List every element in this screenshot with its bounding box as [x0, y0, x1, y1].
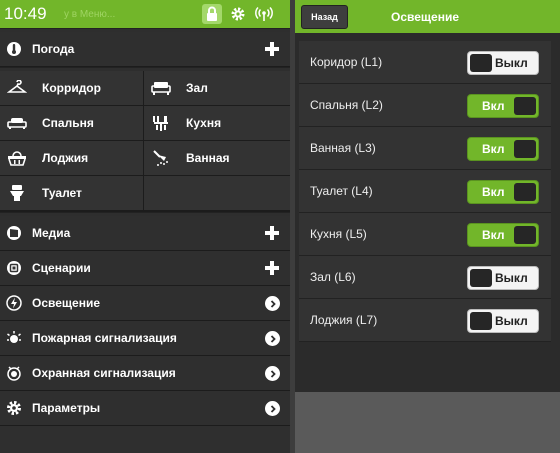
menu-item-label: Освещение — [32, 296, 100, 310]
room-label: Ванная — [186, 151, 230, 165]
toggle-label: Вкл — [482, 185, 505, 199]
menu-item-security-alarm[interactable]: Охранная сигнализация — [0, 356, 290, 391]
hanger-icon — [7, 79, 27, 97]
media-icon — [5, 224, 23, 242]
menu-item-label: Параметры — [32, 401, 101, 415]
light-name: Зал (L6) — [310, 270, 356, 284]
menu-item-label: Медиа — [32, 226, 71, 240]
toggle-label: Вкл — [482, 228, 505, 242]
light-toggle[interactable]: Вкл — [467, 94, 539, 118]
weather-icon — [5, 40, 23, 58]
bed-icon — [7, 114, 27, 132]
light-row: Спальня (L2) Вкл — [299, 84, 551, 127]
toggle-label: Выкл — [495, 271, 528, 285]
menu-item-fire-alarm[interactable]: Пожарная сигнализация — [0, 321, 290, 356]
scenarios-icon — [5, 259, 23, 277]
light-row: Зал (L6) Выкл — [299, 256, 551, 299]
toilet-icon — [7, 184, 27, 202]
room-item-empty — [144, 176, 290, 211]
light-name: Спальня (L2) — [310, 98, 383, 112]
room-item-bedroom[interactable]: Спальня — [0, 106, 144, 141]
shower-icon — [151, 149, 171, 167]
gear-icon[interactable] — [228, 4, 248, 24]
toggle-knob — [470, 269, 492, 287]
rooms-grid: Корридор Зал Спальня Кухня Лоджия Ванная… — [0, 71, 290, 212]
room-item-corridor[interactable]: Корридор — [0, 71, 144, 106]
toggle-knob — [514, 140, 536, 158]
room-item-toilet[interactable]: Туалет — [0, 176, 144, 211]
light-row: Ванная (L3) Вкл — [299, 127, 551, 170]
chevron-right-icon[interactable] — [265, 366, 280, 381]
back-button[interactable]: Назад — [301, 5, 348, 29]
security-alarm-icon — [5, 364, 23, 382]
lock-icon[interactable] — [202, 4, 222, 24]
sofa-icon — [151, 79, 171, 97]
room-label: Кухня — [186, 116, 222, 130]
lighting-panel: Назад Освещение Коридор (L1) Выкл Спальн… — [295, 0, 560, 392]
plus-icon[interactable] — [264, 41, 280, 57]
settings-gear-icon — [5, 399, 23, 417]
menu-item-weather[interactable]: Погода — [0, 32, 290, 67]
navigation-panel: 10:49 у в Меню... Погода Корридор Зал Сп… — [0, 0, 290, 453]
menu-item-label: Погода — [32, 42, 75, 56]
room-label: Зал — [186, 81, 208, 95]
light-row: Коридор (L1) Выкл — [299, 41, 551, 84]
light-name: Коридор (L1) — [310, 55, 383, 69]
toggle-label: Выкл — [495, 314, 528, 328]
toggle-knob — [514, 97, 536, 115]
toggle-label: Вкл — [482, 142, 505, 156]
light-toggle[interactable]: Вкл — [467, 137, 539, 161]
lighting-header: Назад Освещение — [295, 0, 560, 33]
chevron-right-icon[interactable] — [265, 401, 280, 416]
menu-item-scenarios[interactable]: Сценарии — [0, 251, 290, 286]
clock: 10:49 — [4, 4, 47, 23]
basket-icon — [7, 149, 27, 167]
kitchen-icon — [151, 114, 171, 132]
plus-icon[interactable] — [264, 225, 280, 241]
plus-icon[interactable] — [264, 260, 280, 276]
toggle-knob — [514, 226, 536, 244]
light-toggle[interactable]: Выкл — [467, 51, 539, 75]
room-label: Лоджия — [42, 151, 89, 165]
toggle-knob — [470, 312, 492, 330]
light-name: Кухня (L5) — [310, 227, 367, 241]
page-title: Освещение — [391, 10, 459, 24]
room-item-loggia[interactable]: Лоджия — [0, 141, 144, 176]
chevron-right-icon[interactable] — [265, 296, 280, 311]
menu-item-lighting[interactable]: Освещение — [0, 286, 290, 321]
room-label: Корридор — [42, 81, 101, 95]
light-row: Туалет (L4) Вкл — [299, 170, 551, 213]
menu-item-partial[interactable] — [0, 426, 290, 453]
room-label: Туалет — [42, 186, 82, 200]
lighting-list: Коридор (L1) Выкл Спальня (L2) Вкл Ванна… — [299, 41, 551, 342]
lightning-icon — [5, 294, 23, 312]
room-item-kitchen[interactable]: Кухня — [144, 106, 290, 141]
room-label: Спальня — [42, 116, 94, 130]
light-toggle[interactable]: Выкл — [467, 266, 539, 290]
light-name: Ванная (L3) — [310, 141, 376, 155]
chevron-right-icon[interactable] — [265, 331, 280, 346]
light-toggle[interactable]: Вкл — [467, 223, 539, 247]
toggle-knob — [514, 183, 536, 201]
light-toggle[interactable]: Выкл — [467, 309, 539, 333]
toggle-label: Вкл — [482, 99, 505, 113]
menu-item-media[interactable]: Медиа — [0, 216, 290, 251]
status-bar: 10:49 у в Меню... — [0, 0, 290, 28]
fire-alarm-icon — [5, 329, 23, 347]
toggle-label: Выкл — [495, 56, 528, 70]
light-row: Кухня (L5) Вкл — [299, 213, 551, 256]
toggle-knob — [470, 54, 492, 72]
light-name: Туалет (L4) — [310, 184, 373, 198]
light-toggle[interactable]: Вкл — [467, 180, 539, 204]
status-bar-ghost-text: у в Меню... — [64, 9, 116, 20]
wifi-signal-icon[interactable] — [254, 4, 274, 24]
menu-item-label: Охранная сигнализация — [32, 366, 176, 380]
menu-item-settings[interactable]: Параметры — [0, 391, 290, 426]
light-row: Лоджия (L7) Выкл — [299, 299, 551, 342]
menu-item-label: Пожарная сигнализация — [32, 331, 177, 345]
room-item-bathroom[interactable]: Ванная — [144, 141, 290, 176]
room-item-hall[interactable]: Зал — [144, 71, 290, 106]
light-name: Лоджия (L7) — [310, 313, 378, 327]
menu-item-label: Сценарии — [32, 261, 91, 275]
